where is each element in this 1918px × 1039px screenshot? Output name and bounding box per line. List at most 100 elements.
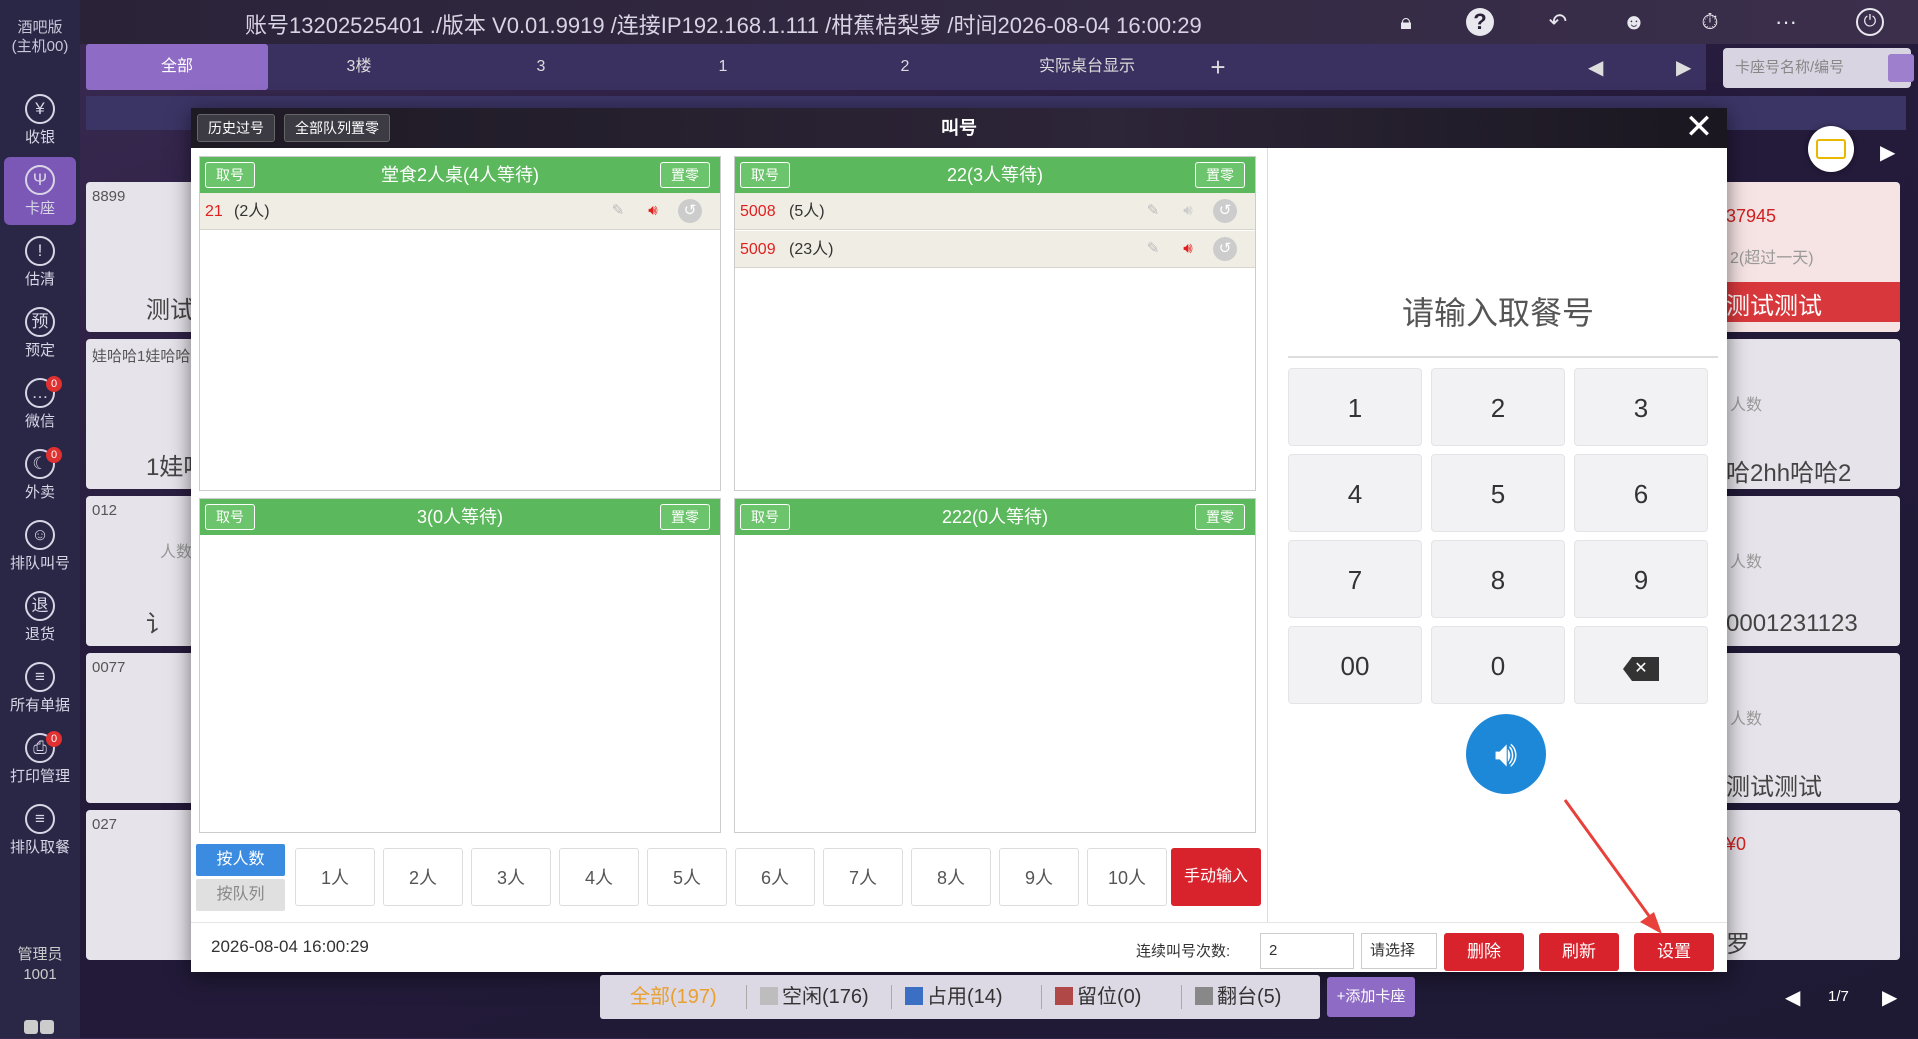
table-card[interactable]: 0077	[86, 653, 196, 803]
edit-icon[interactable]: ✎	[1141, 237, 1165, 261]
take-number-button[interactable]: 取号	[740, 162, 790, 188]
tab-prev-icon[interactable]: ◀	[1588, 55, 1603, 80]
key-3[interactable]: 3	[1574, 368, 1708, 446]
key-2[interactable]: 2	[1431, 368, 1565, 446]
sidebar-item-5[interactable]: ☾ 外卖 0	[4, 441, 76, 509]
status-filter-3[interactable]: 留位(0)	[1055, 975, 1141, 1019]
queue-row[interactable]: 21 (2人) ✎ 🔊︎ ↺	[200, 193, 720, 230]
key-6[interactable]: 6	[1574, 454, 1708, 532]
status-filter-2[interactable]: 占用(14)	[905, 975, 1003, 1019]
lock-icon[interactable]: 🔒︎	[1392, 8, 1420, 36]
history-icon[interactable]: ↺	[1213, 199, 1237, 223]
people-9-button[interactable]: 9人	[999, 848, 1079, 906]
reset-queue-button[interactable]: 置零	[660, 504, 710, 530]
history-icon[interactable]: ↺	[1213, 237, 1237, 261]
queue-row[interactable]: 5009 (23人) ✎ 🔊︎ ↺	[735, 231, 1255, 268]
tab-next-icon[interactable]: ▶	[1676, 55, 1691, 80]
status-filter-4[interactable]: 翻台(5)	[1195, 975, 1281, 1019]
people-8-button[interactable]: 8人	[911, 848, 991, 906]
close-icon[interactable]: ✕	[1681, 110, 1717, 146]
sidebar-item-4[interactable]: … 微信 0	[4, 370, 76, 438]
side-next-icon[interactable]: ▶	[1880, 140, 1895, 165]
by-queue-button[interactable]: 按队列	[196, 879, 285, 911]
reset-queue-button[interactable]: 置零	[660, 162, 710, 188]
reset-all-queues-button[interactable]: 全部队列置零	[284, 114, 390, 142]
reset-queue-button[interactable]: 置零	[1195, 162, 1245, 188]
people-7-button[interactable]: 7人	[823, 848, 903, 906]
table-card[interactable]: ¥0 罗	[1720, 810, 1900, 960]
people-6-button[interactable]: 6人	[735, 848, 815, 906]
back-icon[interactable]: ↶	[1544, 8, 1572, 36]
key-0[interactable]: 0	[1431, 626, 1565, 704]
speaker-call-button[interactable]: 🔊︎	[1466, 714, 1546, 794]
add-card-button[interactable]: +添加卡座	[1327, 977, 1415, 1017]
key-5[interactable]: 5	[1431, 454, 1565, 532]
take-number-button[interactable]: 取号	[740, 504, 790, 530]
user-icon[interactable]: ☻	[1620, 8, 1648, 36]
people-1-button[interactable]: 1人	[295, 848, 375, 906]
help-icon[interactable]: ?	[1466, 8, 1494, 36]
by-people-button[interactable]: 按人数	[196, 844, 285, 876]
grid-view-icon[interactable]	[1888, 54, 1914, 82]
table-card[interactable]: 012 人数讠	[86, 496, 196, 646]
key-8[interactable]: 8	[1431, 540, 1565, 618]
sidebar-item-10[interactable]: ≡ 排队取餐	[4, 796, 76, 864]
people-3-button[interactable]: 3人	[471, 848, 551, 906]
page-next-icon[interactable]: ▶	[1882, 985, 1897, 1010]
key-1[interactable]: 1	[1288, 368, 1422, 446]
edit-icon[interactable]: ✎	[606, 199, 630, 223]
sidebar-item-0[interactable]: ¥ 收银	[4, 86, 76, 154]
refresh-button[interactable]: 刷新	[1539, 933, 1619, 971]
tab-6[interactable]: +	[1178, 44, 1258, 90]
keyboard-icon[interactable]	[1808, 126, 1854, 172]
page-prev-icon[interactable]: ◀	[1785, 985, 1800, 1010]
backspace-key[interactable]: ✕	[1574, 626, 1708, 704]
queue-row[interactable]: 5008 (5人) ✎ 🔊︎ ↺	[735, 193, 1255, 230]
layout-toggle-icon[interactable]	[24, 1020, 56, 1034]
table-card[interactable]: 027	[86, 810, 196, 960]
table-card[interactable]: 人数 0001231123	[1720, 496, 1900, 646]
table-card[interactable]: 娃哈哈1娃哈哈 1娃哈	[86, 339, 207, 489]
sidebar-item-9[interactable]: ⎙ 打印管理 0	[4, 725, 76, 793]
key-9[interactable]: 9	[1574, 540, 1708, 618]
settings-button[interactable]: 设置	[1634, 933, 1714, 971]
tab-2[interactable]: 3	[450, 44, 632, 90]
tab-5[interactable]: 实际桌台显示	[996, 44, 1178, 90]
people-5-button[interactable]: 5人	[647, 848, 727, 906]
speaker-icon[interactable]: 🔊︎	[1176, 199, 1200, 223]
edit-icon[interactable]: ✎	[1141, 199, 1165, 223]
delete-button[interactable]: 删除	[1444, 933, 1524, 971]
tab-3[interactable]: 1	[632, 44, 814, 90]
speaker-icon[interactable]: 🔊︎	[1176, 237, 1200, 261]
table-card[interactable]: 人数 哈2hh哈哈2	[1720, 339, 1900, 489]
sidebar-item-7[interactable]: 退退货	[4, 583, 76, 651]
sidebar-item-6[interactable]: ☺ 排队叫号	[4, 512, 76, 580]
sidebar-item-8[interactable]: ≡ 所有单据	[4, 654, 76, 722]
timer-icon[interactable]: ⏱︎	[1696, 8, 1724, 36]
power-icon[interactable]: ⏻	[1856, 8, 1884, 36]
repeat-count-input[interactable]: 2	[1260, 933, 1354, 969]
sidebar-item-2[interactable]: ! 估清	[4, 228, 76, 296]
sidebar-item-3[interactable]: 预预定	[4, 299, 76, 367]
history-button[interactable]: 历史过号	[197, 114, 275, 142]
key-00[interactable]: 00	[1288, 626, 1422, 704]
more-icon[interactable]: ···	[1772, 8, 1800, 36]
take-number-button[interactable]: 取号	[205, 504, 255, 530]
table-card[interactable]: 37945 2(超过一天) 测试测试	[1720, 182, 1900, 332]
manual-input-button[interactable]: 手动输入	[1171, 848, 1261, 906]
people-10-button[interactable]: 10人	[1087, 848, 1167, 906]
people-2-button[interactable]: 2人	[383, 848, 463, 906]
table-card[interactable]: 8899 测试	[86, 182, 196, 332]
reset-queue-button[interactable]: 置零	[1195, 504, 1245, 530]
tab-0[interactable]: 全部	[86, 44, 268, 90]
tab-1[interactable]: 3楼	[268, 44, 450, 90]
key-4[interactable]: 4	[1288, 454, 1422, 532]
key-7[interactable]: 7	[1288, 540, 1422, 618]
status-filter-0[interactable]: 全部(197)	[630, 975, 717, 1019]
status-filter-1[interactable]: 空闲(176)	[760, 975, 869, 1019]
search-input[interactable]: 卡座号名称/编号	[1723, 48, 1911, 88]
table-card[interactable]: 人数 测试测试	[1720, 653, 1900, 803]
history-icon[interactable]: ↺	[678, 199, 702, 223]
sidebar-item-1[interactable]: Ψ 卡座	[4, 157, 76, 225]
people-4-button[interactable]: 4人	[559, 848, 639, 906]
